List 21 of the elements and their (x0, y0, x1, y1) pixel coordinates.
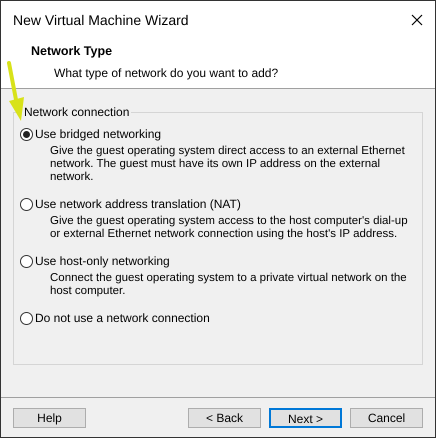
radio-button[interactable] (20, 254, 33, 268)
window-title: New Virtual Machine Wizard (13, 10, 189, 30)
help-button[interactable]: Help (13, 408, 86, 428)
annotation-arrow-icon (5, 61, 25, 123)
header-title: Network Type (31, 43, 114, 60)
option-description: Connect the guest operating system to a private virtual network on the host computer. (49, 272, 408, 298)
next-button[interactable]: Next > (269, 408, 342, 428)
back-button[interactable]: < Back (188, 408, 261, 428)
radio-option[interactable]: Use bridged networking (20, 125, 416, 143)
radio-option[interactable]: Use host-only networking (20, 252, 416, 270)
option-description: Give the guest operating system direct access to an external Ethernet network. The guest must have its own IP address on the external network. (49, 145, 406, 184)
radio-button[interactable] (20, 198, 33, 210)
option-description: Give the guest operating system access to the host computer's dial-up or external Ethernet network connection using the host's IP address. (49, 215, 409, 241)
group-label: Network connection (23, 104, 130, 121)
close-icon[interactable] (411, 14, 423, 26)
radio-option[interactable]: Use network address translation (NAT) (20, 195, 416, 213)
radio-option[interactable]: Do not use a network connection (20, 309, 416, 327)
header-subtitle: What type of network do you want to add? (53, 64, 280, 82)
cancel-button[interactable]: Cancel (350, 408, 423, 428)
radio-button[interactable] (20, 312, 33, 324)
radio-button[interactable] (20, 128, 33, 140)
